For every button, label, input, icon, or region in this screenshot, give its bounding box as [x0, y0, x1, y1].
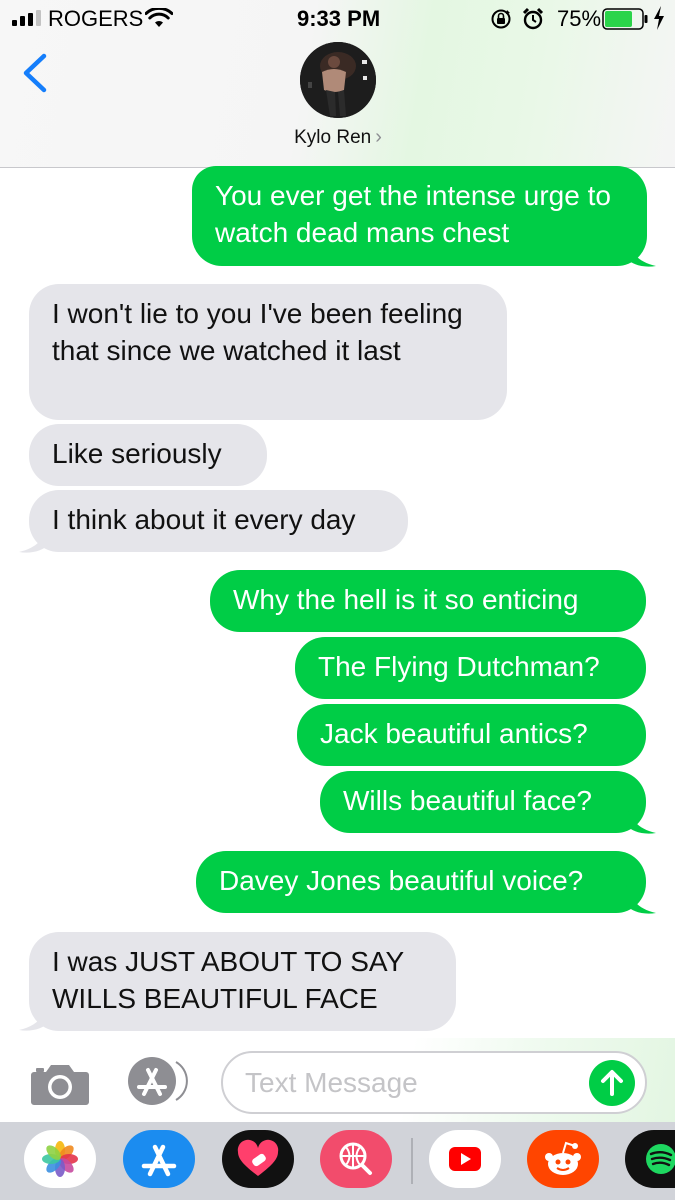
- bubble-tail: [626, 805, 656, 834]
- rotation-lock-icon: [491, 9, 511, 29]
- wifi-icon: [145, 8, 173, 27]
- message-input[interactable]: [245, 1063, 575, 1103]
- contact-name-button[interactable]: Kylo Ren ›: [238, 124, 438, 151]
- message-text: I won't lie to you I've been feeling tha…: [52, 298, 463, 366]
- message-text: Davey Jones beautiful voice?: [219, 865, 584, 896]
- bubble-tail: [626, 885, 656, 914]
- spotify-app-icon[interactable]: [625, 1130, 675, 1188]
- contact-name: Kylo Ren: [294, 127, 372, 148]
- back-button[interactable]: [18, 52, 52, 94]
- received-message[interactable]: I was JUST ABOUT TO SAY WILLS BEAUTIFUL …: [29, 932, 456, 1031]
- search-globe-app-icon[interactable]: [320, 1130, 392, 1188]
- message-text: Like seriously: [52, 438, 222, 469]
- heart-app-icon[interactable]: [222, 1130, 294, 1188]
- message-text: Wills beautiful face?: [343, 785, 593, 816]
- message-text: I think about it every day: [52, 504, 356, 535]
- sent-message[interactable]: You ever get the intense urge to watch d…: [192, 166, 647, 266]
- sent-message[interactable]: Wills beautiful face?: [320, 771, 646, 833]
- reddit-app-icon[interactable]: [527, 1130, 599, 1188]
- sent-message[interactable]: Davey Jones beautiful voice?: [196, 851, 646, 913]
- app-store-icon[interactable]: [123, 1130, 195, 1188]
- message-text: You ever get the intense urge to watch d…: [215, 180, 611, 248]
- signal-icon: [12, 10, 41, 26]
- received-message[interactable]: I won't lie to you I've been feeling tha…: [29, 284, 507, 420]
- arrow-up-icon: [601, 1070, 623, 1096]
- sent-message[interactable]: Why the hell is it so enticing: [210, 570, 646, 632]
- chevron-right-icon: ›: [375, 126, 382, 148]
- bubble-tail: [626, 238, 656, 267]
- youtube-app-icon[interactable]: [429, 1130, 501, 1188]
- camera-icon[interactable]: [30, 1060, 90, 1106]
- send-button[interactable]: [589, 1060, 635, 1106]
- message-text: The Flying Dutchman?: [318, 651, 600, 682]
- message-text: Jack beautiful antics?: [320, 718, 588, 749]
- bubble-tail: [19, 524, 49, 553]
- alarm-icon: [522, 7, 544, 30]
- photos-app-icon[interactable]: [24, 1130, 96, 1188]
- sent-message[interactable]: The Flying Dutchman?: [295, 637, 646, 699]
- message-text-field[interactable]: [221, 1051, 647, 1114]
- received-message[interactable]: Like seriously: [29, 424, 267, 486]
- charging-bolt-icon: [654, 6, 664, 30]
- status-time: 9:33 PM: [297, 6, 381, 31]
- message-text: Why the hell is it so enticing: [233, 584, 579, 615]
- avatar-photo: [300, 42, 376, 118]
- app-store-drawer-icon[interactable]: [124, 1054, 194, 1108]
- avatar[interactable]: [300, 42, 376, 118]
- drawer-divider: [411, 1138, 413, 1184]
- received-message[interactable]: I think about it every day: [29, 490, 408, 552]
- bubble-tail: [19, 1002, 49, 1031]
- message-text: I was JUST ABOUT TO SAY WILLS BEAUTIFUL …: [52, 946, 404, 1014]
- battery-percentage: 75%: [557, 6, 602, 31]
- message-input-bar: [0, 1038, 675, 1122]
- conversation-header: ROGERS 9:33 PM 75% Kylo Ren ›: [0, 0, 675, 168]
- battery-icon: [602, 8, 648, 30]
- carrier-name: ROGERS: [48, 6, 144, 31]
- sent-message[interactable]: Jack beautiful antics?: [297, 704, 646, 766]
- imessage-app-drawer: [0, 1122, 675, 1200]
